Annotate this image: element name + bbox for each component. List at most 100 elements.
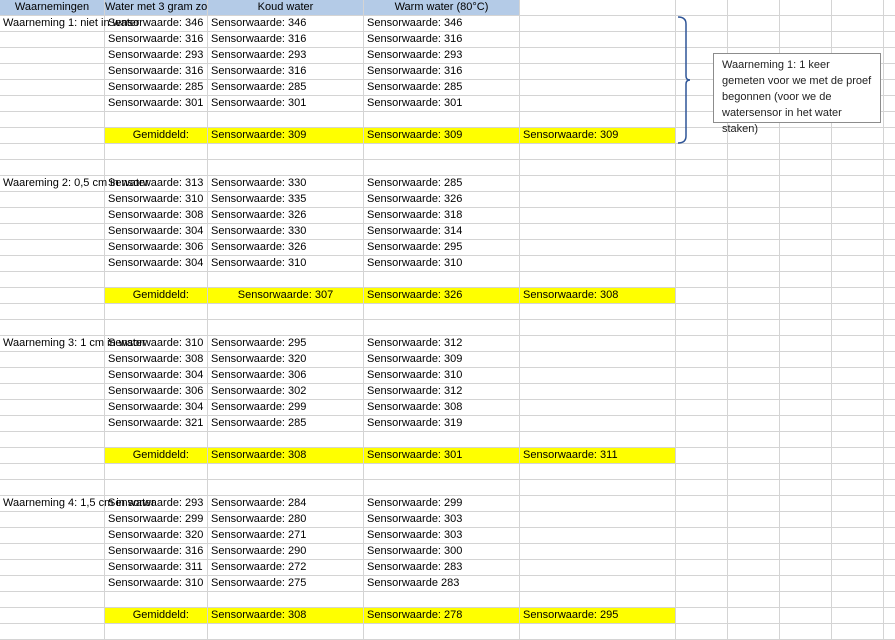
sensor-value-cell[interactable]: Sensorwaarde: 303 <box>364 528 520 544</box>
empty-cell[interactable] <box>832 336 884 352</box>
empty-cell[interactable] <box>208 272 364 288</box>
empty-cell[interactable] <box>364 144 520 160</box>
average-value-cell[interactable]: Sensorwaarde: 309 <box>364 128 520 144</box>
empty-cell[interactable] <box>832 512 884 528</box>
empty-cell[interactable] <box>780 0 832 16</box>
empty-cell[interactable] <box>728 448 780 464</box>
empty-cell[interactable] <box>520 240 676 256</box>
sensor-value-cell[interactable]: Sensorwaarde: 309 <box>364 352 520 368</box>
empty-cell[interactable] <box>728 304 780 320</box>
empty-cell[interactable] <box>0 160 105 176</box>
empty-cell[interactable] <box>884 304 895 320</box>
sensor-value-cell[interactable]: Sensorwaarde: 313 <box>105 176 208 192</box>
empty-cell[interactable] <box>105 304 208 320</box>
empty-cell[interactable] <box>832 288 884 304</box>
empty-cell[interactable] <box>676 624 728 640</box>
empty-cell[interactable] <box>676 480 728 496</box>
average-value-cell[interactable]: Sensorwaarde: 295 <box>520 608 676 624</box>
empty-cell[interactable] <box>520 528 676 544</box>
sensor-value-cell[interactable]: Sensorwaarde: 310 <box>364 368 520 384</box>
sensor-value-cell[interactable]: Sensorwaarde: 310 <box>105 336 208 352</box>
sensor-value-cell[interactable]: Sensorwaarde 283 <box>364 576 520 592</box>
empty-cell[interactable] <box>676 176 728 192</box>
empty-cell[interactable] <box>780 608 832 624</box>
sensor-value-cell[interactable]: Sensorwaarde: 293 <box>208 48 364 64</box>
empty-cell[interactable] <box>676 352 728 368</box>
empty-cell[interactable] <box>728 528 780 544</box>
empty-cell[interactable] <box>780 368 832 384</box>
empty-cell[interactable] <box>105 432 208 448</box>
empty-cell[interactable] <box>728 176 780 192</box>
empty-cell[interactable] <box>520 624 676 640</box>
empty-cell[interactable] <box>728 496 780 512</box>
sensor-value-cell[interactable]: Sensorwaarde: 310 <box>208 256 364 272</box>
empty-cell[interactable] <box>728 432 780 448</box>
sensor-value-cell[interactable]: Sensorwaarde: 316 <box>105 544 208 560</box>
empty-cell[interactable] <box>728 320 780 336</box>
empty-cell[interactable] <box>0 288 105 304</box>
empty-cell[interactable] <box>520 480 676 496</box>
empty-cell[interactable] <box>780 624 832 640</box>
sensor-value-cell[interactable]: Sensorwaarde: 312 <box>364 384 520 400</box>
empty-cell[interactable] <box>832 448 884 464</box>
empty-cell[interactable] <box>364 624 520 640</box>
empty-cell[interactable] <box>520 64 676 80</box>
empty-cell[interactable] <box>0 48 105 64</box>
empty-cell[interactable] <box>728 208 780 224</box>
empty-cell[interactable] <box>780 560 832 576</box>
empty-cell[interactable] <box>884 560 895 576</box>
empty-cell[interactable] <box>884 608 895 624</box>
empty-cell[interactable] <box>520 336 676 352</box>
empty-cell[interactable] <box>780 592 832 608</box>
sensor-value-cell[interactable]: Sensorwaarde: 275 <box>208 576 364 592</box>
empty-cell[interactable] <box>728 0 780 16</box>
empty-cell[interactable] <box>0 96 105 112</box>
empty-cell[interactable] <box>884 464 895 480</box>
empty-cell[interactable] <box>780 208 832 224</box>
empty-cell[interactable] <box>780 192 832 208</box>
empty-cell[interactable] <box>520 496 676 512</box>
empty-cell[interactable] <box>728 336 780 352</box>
empty-cell[interactable] <box>884 96 895 112</box>
empty-cell[interactable] <box>832 400 884 416</box>
empty-cell[interactable] <box>780 288 832 304</box>
sensor-value-cell[interactable]: Sensorwaarde: 310 <box>105 192 208 208</box>
empty-cell[interactable] <box>832 576 884 592</box>
empty-cell[interactable] <box>832 592 884 608</box>
empty-cell[interactable] <box>832 544 884 560</box>
sensor-value-cell[interactable]: Sensorwaarde: 330 <box>208 224 364 240</box>
empty-cell[interactable] <box>520 368 676 384</box>
empty-cell[interactable] <box>832 304 884 320</box>
empty-cell[interactable] <box>676 192 728 208</box>
empty-cell[interactable] <box>884 544 895 560</box>
empty-cell[interactable] <box>884 528 895 544</box>
empty-cell[interactable] <box>728 16 780 32</box>
empty-cell[interactable] <box>884 256 895 272</box>
empty-cell[interactable] <box>780 400 832 416</box>
sensor-value-cell[interactable]: Sensorwaarde: 326 <box>208 208 364 224</box>
sensor-value-cell[interactable]: Sensorwaarde: 346 <box>105 16 208 32</box>
empty-cell[interactable] <box>884 448 895 464</box>
empty-cell[interactable] <box>0 112 105 128</box>
empty-cell[interactable] <box>676 336 728 352</box>
empty-cell[interactable] <box>676 240 728 256</box>
sensor-value-cell[interactable]: Sensorwaarde: 299 <box>105 512 208 528</box>
empty-cell[interactable] <box>0 128 105 144</box>
sensor-value-cell[interactable]: Sensorwaarde: 303 <box>364 512 520 528</box>
empty-cell[interactable] <box>832 384 884 400</box>
empty-cell[interactable] <box>832 208 884 224</box>
empty-cell[interactable] <box>0 240 105 256</box>
sensor-value-cell[interactable]: Sensorwaarde: 285 <box>208 416 364 432</box>
column-header[interactable]: Waarnemingen <box>0 0 105 16</box>
sensor-value-cell[interactable]: Sensorwaarde: 308 <box>105 352 208 368</box>
average-value-cell[interactable]: Sensorwaarde: 309 <box>208 128 364 144</box>
empty-cell[interactable] <box>884 272 895 288</box>
sensor-value-cell[interactable]: Sensorwaarde: 280 <box>208 512 364 528</box>
empty-cell[interactable] <box>520 208 676 224</box>
empty-cell[interactable] <box>364 464 520 480</box>
empty-cell[interactable] <box>520 272 676 288</box>
average-value-cell[interactable]: Sensorwaarde: 308 <box>208 448 364 464</box>
empty-cell[interactable] <box>0 624 105 640</box>
sensor-value-cell[interactable]: Sensorwaarde: 304 <box>105 224 208 240</box>
empty-cell[interactable] <box>208 160 364 176</box>
